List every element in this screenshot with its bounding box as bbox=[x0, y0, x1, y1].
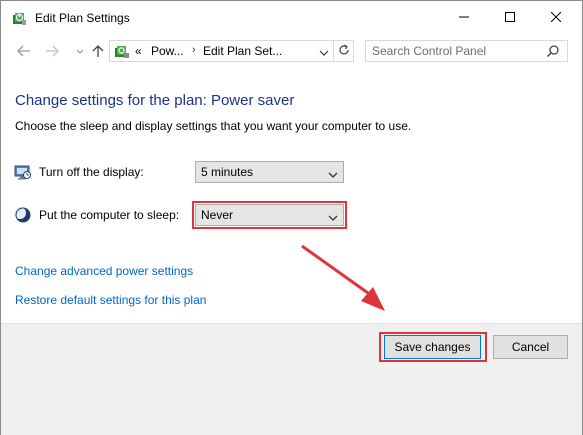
maximize-icon bbox=[505, 11, 515, 25]
address-bar[interactable]: « Pow... › Edit Plan Set... bbox=[109, 40, 354, 62]
window-title: Edit Plan Settings bbox=[35, 11, 130, 25]
forward-arrow-icon bbox=[45, 44, 59, 60]
page-description: Choose the sleep and display settings th… bbox=[15, 119, 412, 133]
up-button[interactable] bbox=[89, 43, 107, 61]
breadcrumb-overflow[interactable]: « bbox=[135, 44, 142, 58]
chevron-down-icon bbox=[319, 45, 329, 59]
display-timeout-select[interactable]: 5 minutes bbox=[195, 161, 344, 183]
refresh-icon bbox=[338, 44, 350, 59]
chevron-down-icon bbox=[328, 168, 338, 178]
title-bar: Edit Plan Settings bbox=[1, 1, 582, 35]
forward-button[interactable] bbox=[43, 43, 61, 61]
sleep-setting-label: Put the computer to sleep: bbox=[39, 208, 180, 222]
breadcrumb-separator-icon[interactable]: › bbox=[192, 44, 196, 56]
sleep-select-highlight bbox=[192, 201, 347, 229]
page-title: Change settings for the plan: Power save… bbox=[15, 92, 295, 109]
monitor-icon bbox=[14, 163, 32, 181]
close-button[interactable] bbox=[533, 1, 579, 35]
up-arrow-icon bbox=[92, 44, 104, 61]
control-panel-icon bbox=[114, 43, 130, 59]
close-icon bbox=[550, 11, 562, 25]
display-setting-label: Turn off the display: bbox=[39, 165, 144, 179]
address-dropdown-button[interactable] bbox=[317, 45, 331, 59]
breadcrumb-item-edit-plan[interactable]: Edit Plan Set... bbox=[203, 44, 282, 58]
display-timeout-value: 5 minutes bbox=[201, 165, 254, 179]
search-icon[interactable] bbox=[546, 44, 560, 58]
back-arrow-icon bbox=[17, 44, 31, 60]
refresh-button[interactable] bbox=[333, 41, 354, 61]
moon-icon bbox=[14, 206, 32, 224]
cancel-button[interactable]: Cancel bbox=[493, 335, 568, 359]
edit-plan-settings-window: Edit Plan Settings « Pow... › Edit Plan … bbox=[0, 0, 583, 435]
minimize-icon bbox=[459, 11, 469, 25]
back-button[interactable] bbox=[15, 43, 33, 61]
search-box[interactable] bbox=[365, 40, 568, 62]
navigation-bar: « Pow... › Edit Plan Set... bbox=[1, 35, 582, 69]
change-advanced-power-settings-link[interactable]: Change advanced power settings bbox=[15, 264, 193, 278]
search-input[interactable] bbox=[372, 43, 542, 59]
breadcrumb-item-power[interactable]: Pow... bbox=[151, 44, 184, 58]
minimize-button[interactable] bbox=[441, 1, 487, 35]
save-button-highlight bbox=[379, 332, 487, 362]
chevron-down-icon bbox=[76, 47, 84, 57]
maximize-button[interactable] bbox=[487, 1, 533, 35]
restore-default-settings-link[interactable]: Restore default settings for this plan bbox=[15, 293, 206, 307]
power-plan-icon bbox=[11, 10, 27, 26]
recent-locations-button[interactable] bbox=[71, 43, 89, 61]
